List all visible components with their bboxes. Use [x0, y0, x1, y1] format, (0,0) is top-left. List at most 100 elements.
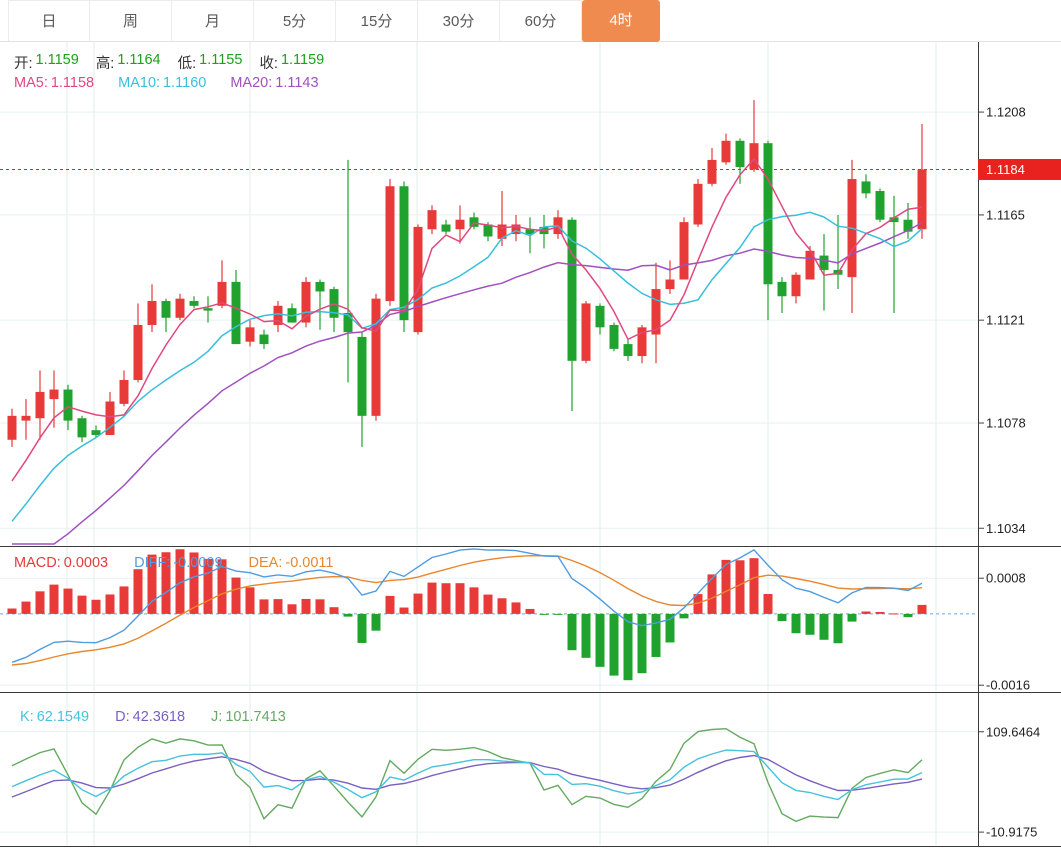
candle-body [260, 335, 269, 345]
macd-histogram-bar [778, 614, 787, 621]
legend-value: 101.7413 [225, 709, 285, 725]
macd-histogram-bar [610, 614, 619, 676]
legend-value: -0.0009 [173, 555, 222, 571]
last-price-tag-label: 1.1184 [986, 162, 1025, 177]
macd-histogram-bar [274, 599, 283, 614]
macd-histogram-bar [64, 589, 73, 614]
candle-body [750, 143, 759, 169]
candle-body [372, 299, 381, 416]
legend-ma-item: MA20:1.1143 [230, 75, 318, 91]
macd-histogram-bar [428, 583, 437, 614]
legend-value: 42.3618 [133, 709, 185, 725]
candle-body [92, 430, 101, 435]
candle-body [456, 220, 465, 230]
macd-histogram-bar [470, 587, 479, 614]
legend-label: DIFF: [134, 555, 170, 571]
price-tick-label: 1.1078 [986, 416, 1026, 431]
candle-body [624, 344, 633, 356]
candle-body [876, 191, 885, 220]
legend-value: 1.1155 [199, 52, 242, 73]
legend-label: MA10: [118, 75, 160, 91]
trading-chart-page: 日周月5分15分30分60分4时 1.12081.11651.11211.107… [0, 0, 1061, 850]
candle-body [694, 184, 703, 225]
macd-histogram-bar [890, 613, 899, 614]
candle-body [722, 141, 731, 163]
macd-histogram-bar [400, 608, 409, 614]
legend-ohlc-item: 开:1.1159 [14, 52, 79, 73]
legend-ohlc-item: 低:1.1155 [178, 52, 243, 73]
legend-kdj-item: J:101.7413 [211, 709, 286, 725]
kdj-tick-label: 109.6464 [986, 724, 1040, 739]
macd-histogram-bar [386, 596, 395, 614]
candle-body [162, 301, 171, 318]
legend-value: 1.1158 [51, 75, 94, 91]
macd-histogram-bar [764, 594, 773, 614]
legend-value: 1.1159 [36, 52, 79, 73]
macd-histogram-bar [596, 614, 605, 667]
macd-legend: MACD:0.0003DIFF:-0.0009DEA:-0.0011 [14, 555, 333, 571]
candle-body [204, 308, 213, 310]
price-tick-label: 1.1121 [986, 313, 1025, 328]
macd-histogram-bar [260, 599, 269, 613]
macd-histogram-bar [106, 594, 115, 613]
candle-body [820, 256, 829, 270]
candle-body [764, 143, 773, 284]
legend-label: 高: [96, 52, 115, 73]
macd-histogram-bar [120, 586, 129, 613]
macd-histogram-bar [232, 578, 241, 614]
candle-body [470, 217, 479, 227]
legend-value: 0.0003 [64, 555, 108, 571]
macd-histogram-bar [484, 595, 493, 614]
candle-body [190, 301, 199, 306]
d-line [12, 756, 922, 798]
candle-body [778, 282, 787, 296]
candle-body [442, 224, 451, 231]
candle-body [134, 325, 143, 380]
macd-histogram-bar [330, 607, 339, 614]
macd-histogram-bar [50, 585, 59, 614]
legend-ohlc-item: 收:1.1159 [259, 52, 324, 73]
candle-body [666, 280, 675, 290]
candle-body [358, 337, 367, 416]
candle-body [232, 282, 241, 344]
macd-histogram-bar [540, 614, 549, 615]
candle-body [246, 327, 255, 341]
candle-body [316, 282, 325, 292]
candle-body [680, 222, 689, 279]
ohlc-legend: 开:1.1159高:1.1164低:1.1155收:1.1159 [14, 52, 324, 73]
macd-histogram-bar [456, 583, 465, 614]
candle-body [792, 275, 801, 297]
macd-histogram-bar [526, 609, 535, 614]
candle-body [176, 299, 185, 318]
macd-histogram-bar [442, 583, 451, 614]
legend-label: DEA: [249, 555, 283, 571]
macd-histogram-bar [22, 602, 31, 614]
macd-tick-label: -0.0016 [986, 678, 1030, 693]
macd-histogram-bar [792, 614, 801, 633]
macd-histogram-bar [848, 614, 857, 622]
candle-body [120, 380, 129, 404]
candle-body [386, 186, 395, 301]
macd-histogram-bar [638, 614, 647, 673]
price-tick-label: 1.1208 [986, 105, 1026, 120]
macd-histogram-bar [708, 574, 717, 613]
legend-value: 1.1160 [163, 75, 206, 91]
legend-label: D: [115, 709, 130, 725]
candle-body [400, 186, 409, 320]
macd-histogram-bar [288, 604, 297, 614]
kdj-tick-label: -10.9175 [986, 825, 1037, 840]
macd-histogram-bar [918, 605, 927, 614]
legend-label: 低: [178, 52, 197, 73]
macd-histogram-bar [806, 614, 815, 635]
macd-histogram-bar [344, 614, 353, 617]
macd-histogram-bar [736, 560, 745, 614]
legend-value: 1.1159 [281, 52, 324, 73]
legend-label: MA5: [14, 75, 48, 91]
legend-macd-item: MACD:0.0003 [14, 555, 108, 571]
legend-kdj-item: K:62.1549 [20, 709, 89, 725]
legend-kdj-item: D:42.3618 [115, 709, 185, 725]
macd-histogram-bar [372, 614, 381, 631]
legend-ma-item: MA5:1.1158 [14, 75, 94, 91]
macd-tick-label: 0.0008 [986, 571, 1026, 586]
macd-histogram-bar [624, 614, 633, 680]
